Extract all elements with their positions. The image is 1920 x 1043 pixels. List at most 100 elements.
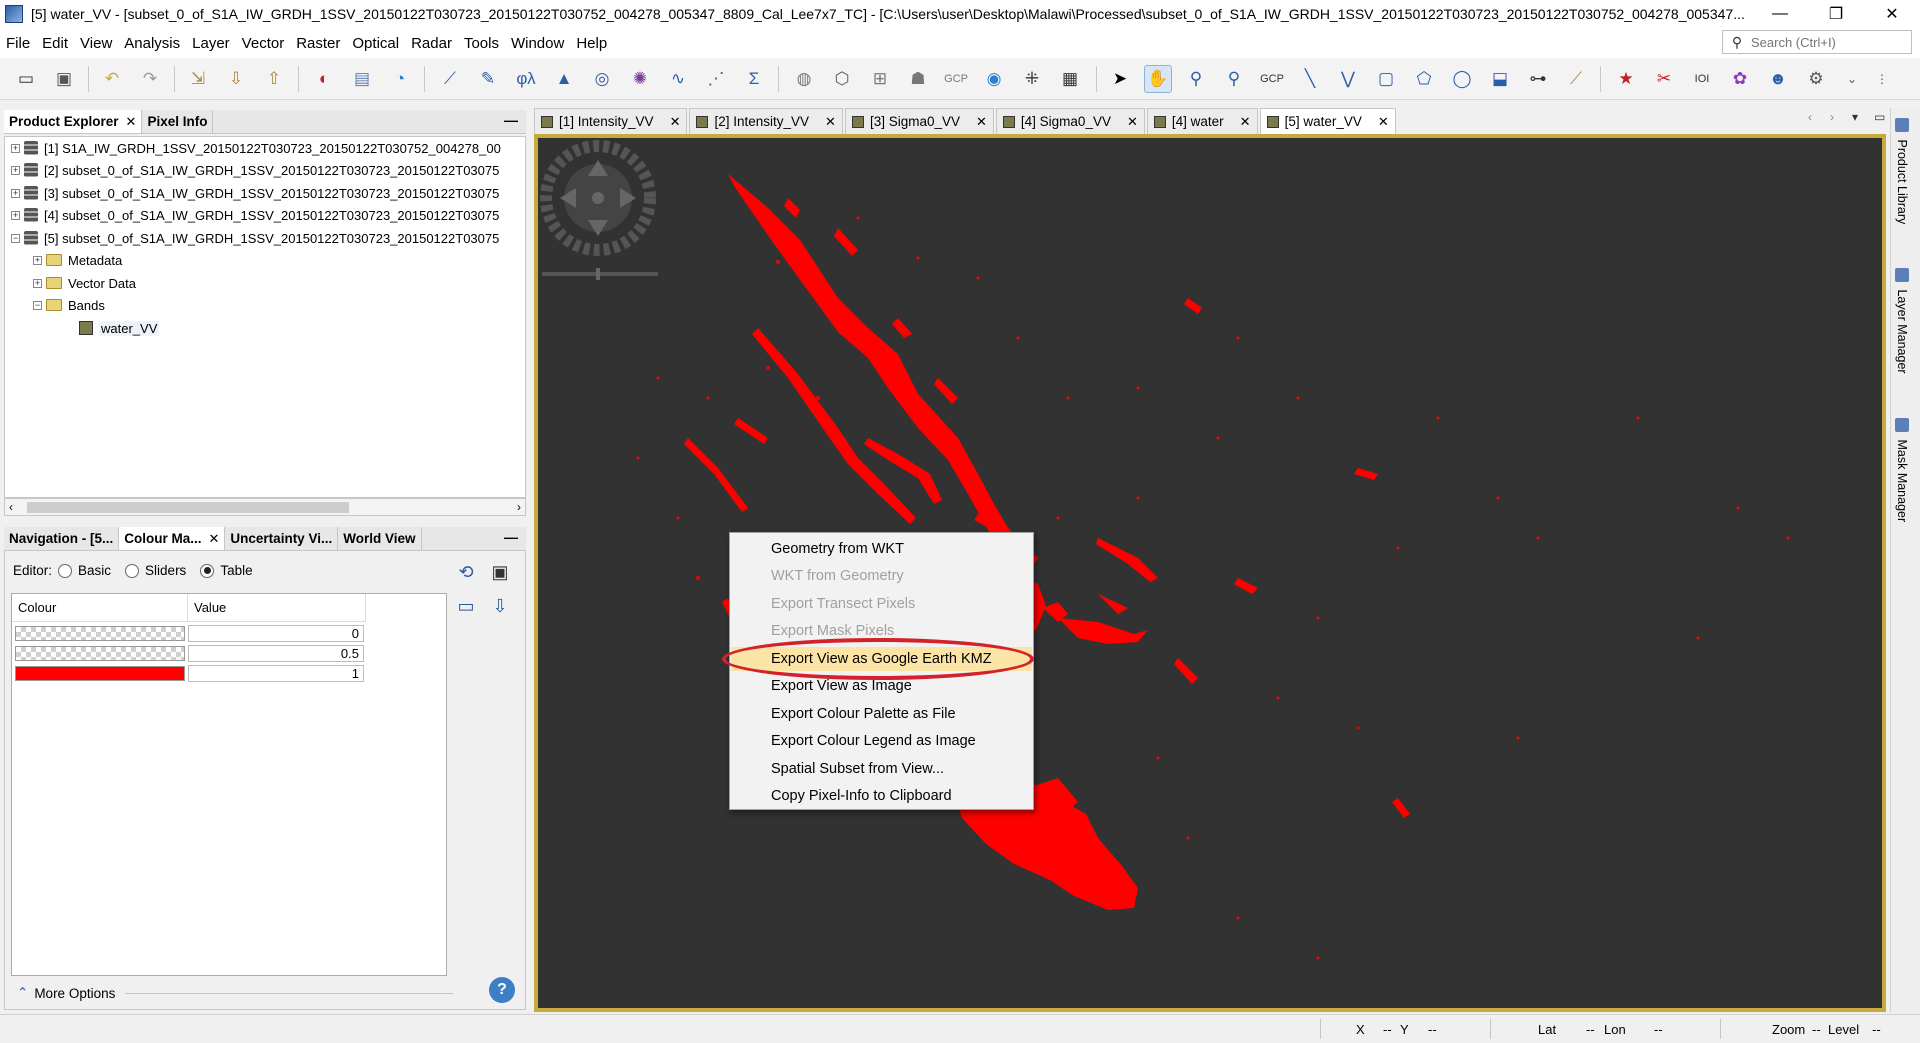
tab-product-explorer[interactable]: Product Explorer ✕ xyxy=(4,110,143,133)
close-icon[interactable]: ✕ xyxy=(825,114,836,130)
pan-tool-icon[interactable]: ✋ xyxy=(1144,65,1172,93)
rgb-image-icon[interactable]: ▤ xyxy=(348,65,376,93)
menu-item-spatial-subset[interactable]: Spatial Subset from View... xyxy=(731,757,1032,781)
cross-icon[interactable]: ✂ xyxy=(1650,65,1678,93)
zoom-tool-icon[interactable]: ⚲ xyxy=(1182,65,1210,93)
tree-horizontal-scrollbar[interactable]: ‹ › xyxy=(4,498,526,516)
expand-icon[interactable]: + xyxy=(33,255,42,265)
menu-analysis[interactable]: Analysis xyxy=(118,35,186,52)
close-icon[interactable]: ✕ xyxy=(1240,114,1251,130)
reset-icon[interactable]: ⟲ xyxy=(453,559,479,585)
tab-uncertainty-visualisation[interactable]: Uncertainty Vi... xyxy=(225,527,339,550)
expand-icon[interactable]: + xyxy=(11,143,20,153)
menu-layer[interactable]: Layer xyxy=(186,35,236,52)
tree-band-water-vv[interactable]: water_VV xyxy=(79,317,160,339)
band-maths-icon[interactable]: ◐ xyxy=(310,65,338,93)
restore-button[interactable]: ❐ xyxy=(1808,0,1864,28)
value-cell-row-3[interactable]: 1 xyxy=(188,665,364,682)
polyline-tool-icon[interactable]: ⋁ xyxy=(1334,65,1362,93)
colour-swatch-row-1[interactable] xyxy=(15,626,185,641)
network-icon[interactable]: ⁜ xyxy=(1018,65,1046,93)
tab-view-3[interactable]: [3] Sigma0_VV ✕ xyxy=(844,108,994,134)
tab-world-view[interactable]: World View xyxy=(338,527,422,550)
tab-view-4[interactable]: [4] Sigma0_VV ✕ xyxy=(995,108,1145,134)
grid-icon[interactable]: ⊞ xyxy=(866,65,894,93)
value-cell-row-2[interactable]: 0.5 xyxy=(188,645,364,662)
menu-help[interactable]: Help xyxy=(570,35,613,52)
tab-product-library[interactable]: Product Library xyxy=(1895,118,1909,224)
radio-sliders[interactable] xyxy=(125,563,140,578)
help-icon[interactable]: ? xyxy=(489,977,515,1003)
gcp-icon[interactable]: GCP xyxy=(942,65,970,93)
menu-tools[interactable]: Tools xyxy=(458,35,505,52)
export-palette-icon[interactable]: ⇩ xyxy=(487,593,513,619)
binary-icon[interactable]: IOI xyxy=(1688,65,1716,93)
menu-edit[interactable]: Edit xyxy=(36,35,74,52)
star-icon[interactable]: ★ xyxy=(1612,65,1640,93)
tab-view-2[interactable]: [2] Intensity_VV ✕ xyxy=(689,108,843,134)
close-window-button[interactable]: ✕ xyxy=(1864,0,1920,28)
tree-node-vector-data[interactable]: + Vector Data xyxy=(33,272,136,294)
minimize-button[interactable]: — xyxy=(1752,0,1808,28)
value-cell-row-1[interactable]: 0 xyxy=(188,625,364,642)
select-tool-icon[interactable]: ➤ xyxy=(1106,65,1134,93)
search-input[interactable] xyxy=(1751,34,1901,50)
radio-basic[interactable] xyxy=(58,563,73,578)
user-icon[interactable]: ☻ xyxy=(1764,65,1792,93)
radio-table[interactable] xyxy=(200,563,215,578)
close-icon[interactable]: ✕ xyxy=(976,114,987,130)
tab-layer-manager[interactable]: Layer Manager xyxy=(1895,268,1909,374)
menu-item-export-transect-pixels[interactable]: Export Transect Pixels xyxy=(731,592,1032,616)
tab-view-6[interactable]: [5] water_VV ✕ xyxy=(1259,108,1396,134)
menu-optical[interactable]: Optical xyxy=(346,35,405,52)
close-icon[interactable]: ✕ xyxy=(126,114,137,130)
menu-file[interactable]: File xyxy=(0,35,36,52)
profile-plot-icon[interactable]: ⟋ xyxy=(436,65,464,93)
menu-item-export-colour-palette[interactable]: Export Colour Palette as File xyxy=(731,702,1032,726)
pin-tool-icon[interactable]: ⚲ xyxy=(1220,65,1248,93)
menu-item-wkt-from-geometry[interactable]: WKT from Geometry xyxy=(731,564,1032,588)
menu-window[interactable]: Window xyxy=(505,35,570,52)
gcp-tool-icon[interactable]: GCP xyxy=(1258,65,1286,93)
collapse-icon[interactable]: − xyxy=(33,300,42,310)
settings-icon[interactable]: ⚙ xyxy=(1802,65,1830,93)
column-header-value[interactable]: Value xyxy=(188,594,366,622)
tree-product-3[interactable]: + [3] subset_0_of_S1A_IW_GRDH_1SSV_20150… xyxy=(11,182,499,204)
chevron-down-icon[interactable]: ⌄ xyxy=(1838,65,1866,93)
menu-item-geometry-from-wkt[interactable]: Geometry from WKT xyxy=(731,537,1032,561)
menu-raster[interactable]: Raster xyxy=(290,35,346,52)
scatter-plot-icon[interactable]: ✺ xyxy=(626,65,654,93)
polygon-tool-icon[interactable]: ⬠ xyxy=(1410,65,1438,93)
import-vector-icon[interactable]: ⇩ xyxy=(222,65,250,93)
rectangle-tool-icon[interactable]: ▢ xyxy=(1372,65,1400,93)
column-header-colour[interactable]: Colour xyxy=(12,594,188,622)
tree-product-5[interactable]: − [5] subset_0_of_S1A_IW_GRDH_1SSV_20150… xyxy=(11,227,499,249)
tab-list-icon[interactable]: ▾ xyxy=(1852,110,1858,124)
tab-colour-manipulation[interactable]: Colour Ma... ✕ xyxy=(119,527,226,550)
globe-icon[interactable]: ◉ xyxy=(980,65,1008,93)
ruler-icon[interactable]: ⊶ xyxy=(1524,65,1552,93)
magic-wand-icon[interactable]: ⟋ xyxy=(1562,65,1590,93)
import-palette-icon[interactable]: ▭ xyxy=(453,593,479,619)
pixel-grid-icon[interactable]: ▦ xyxy=(1056,65,1084,93)
orbit-icon[interactable]: ◍ xyxy=(790,65,818,93)
tree-node-metadata[interactable]: + Metadata xyxy=(33,249,122,271)
import-raster-icon[interactable]: ⇲ xyxy=(184,65,212,93)
undo-icon[interactable]: ↶ xyxy=(98,65,126,93)
information-icon[interactable]: φλ xyxy=(512,65,540,93)
colour-swatch-row-3[interactable] xyxy=(15,666,185,681)
close-icon[interactable]: ✕ xyxy=(1127,114,1138,130)
close-icon[interactable]: ✕ xyxy=(1378,114,1389,130)
scroll-right-icon[interactable]: › xyxy=(517,499,521,515)
scroll-left-icon[interactable]: ‹ xyxy=(9,499,13,515)
menu-view[interactable]: View xyxy=(74,35,118,52)
statistics-icon[interactable]: ∿ xyxy=(664,65,692,93)
tree-product-2[interactable]: + [2] subset_0_of_S1A_IW_GRDH_1SSV_20150… xyxy=(11,159,499,181)
tab-mask-manager[interactable]: Mask Manager xyxy=(1895,418,1909,522)
scrollbar-thumb[interactable] xyxy=(27,502,349,513)
graph-builder-icon[interactable]: ⬡ xyxy=(828,65,856,93)
analysis-icon[interactable]: ◎ xyxy=(588,65,616,93)
minimize-panel-button[interactable]: — xyxy=(504,529,518,545)
menu-radar[interactable]: Radar xyxy=(405,35,458,52)
expand-icon[interactable]: + xyxy=(11,188,20,198)
